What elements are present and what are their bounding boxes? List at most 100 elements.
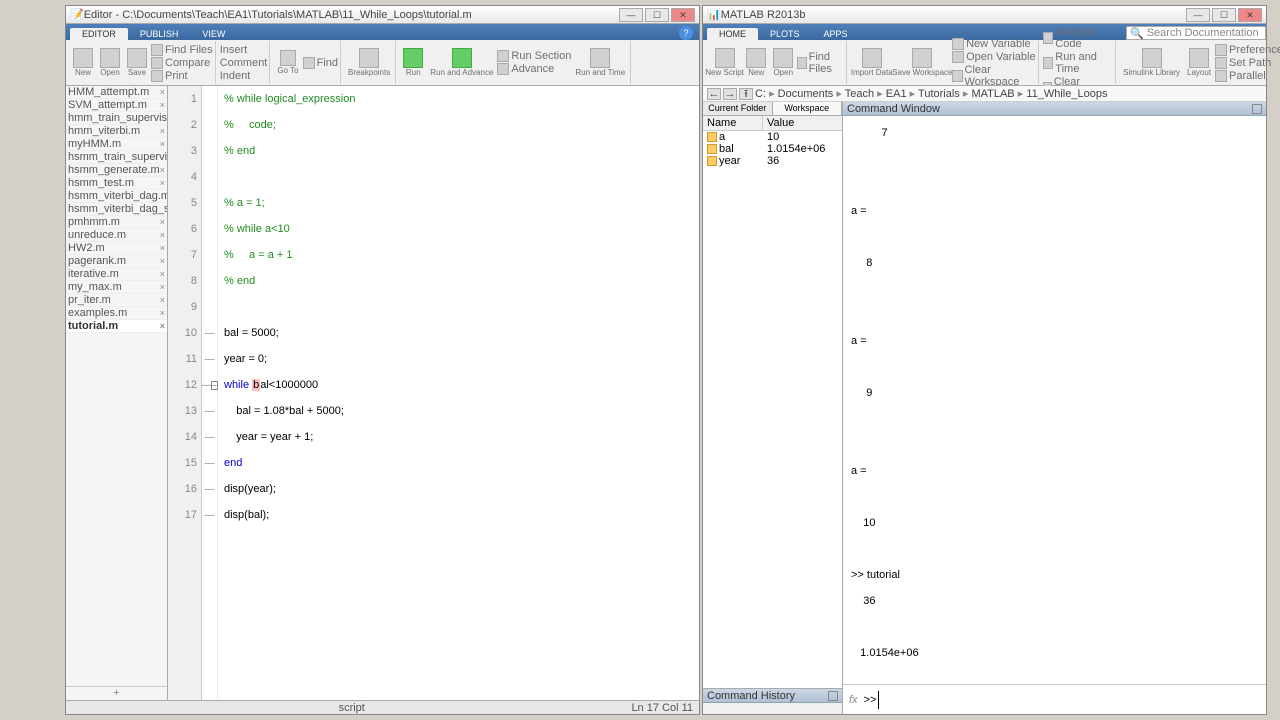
print-button[interactable]: Print [151,70,213,82]
add-file-button[interactable]: + [66,686,167,700]
set-path-button[interactable]: Set Path [1215,57,1280,69]
breadcrumb-item[interactable]: C: [755,88,766,100]
close-file-icon[interactable]: × [160,243,165,253]
nav-fwd-button[interactable]: → [723,88,737,100]
workspace-tab[interactable]: Workspace [773,102,843,115]
advance-button[interactable]: Advance [497,63,571,75]
close-file-icon[interactable]: × [160,165,165,175]
close-button[interactable]: ✕ [1238,8,1262,22]
breadcrumb-item[interactable]: 11_While_Loops [1026,88,1107,100]
open-variable-button[interactable]: Open Variable [952,51,1036,63]
file-tab[interactable]: SVM_attempt.m× [66,99,167,112]
search-docs-input[interactable]: 🔍 Search Documentation [1126,26,1266,40]
tab-apps[interactable]: APPS [812,28,860,40]
file-tab[interactable]: hmm_train_supervised.m× [66,112,167,125]
breadcrumb-item[interactable]: Teach [845,88,874,100]
file-tab[interactable]: my_max.m× [66,281,167,294]
file-tab[interactable]: pmhmm.m× [66,216,167,229]
compare-button[interactable]: Compare [151,57,213,69]
maximize-button[interactable]: ☐ [1212,8,1236,22]
find-files-button[interactable]: Find Files [151,44,213,56]
close-file-icon[interactable]: × [160,282,165,292]
open-button[interactable]: Open [770,41,796,84]
tab-editor[interactable]: EDITOR [70,28,128,40]
tab-home[interactable]: HOME [707,28,758,40]
breadcrumb-item[interactable]: MATLAB [971,88,1014,100]
tab-publish[interactable]: PUBLISH [128,28,191,40]
run-time-button[interactable]: Run and Time [572,41,628,84]
file-tab[interactable]: tutorial.m× [66,320,167,333]
layout-button[interactable]: Layout [1184,41,1214,84]
run-advance-button[interactable]: Run and Advance [427,41,496,84]
current-folder-tab[interactable]: Current Folder [703,102,773,115]
col-value[interactable]: Value [763,116,842,130]
workspace-variable-row[interactable]: year36 [703,155,842,167]
nav-up-button[interactable]: ⭱ [739,88,753,100]
workspace-variable-row[interactable]: bal1.0154e+06 [703,143,842,155]
close-file-icon[interactable]: × [160,269,165,279]
file-tab[interactable]: hsmm_test.m× [66,177,167,190]
file-tab[interactable]: pr_iter.m× [66,294,167,307]
save-workspace-button[interactable]: Save Workspace [894,41,951,84]
close-file-icon[interactable]: × [160,87,165,97]
close-file-icon[interactable]: × [160,308,165,318]
breadcrumb-item[interactable]: Documents [778,88,834,100]
tab-plots[interactable]: PLOTS [758,28,812,40]
file-tab[interactable]: HW2.m× [66,242,167,255]
close-file-icon[interactable]: × [160,217,165,227]
fx-icon[interactable]: fx [849,694,858,706]
code-editor[interactable]: 1234567891011121314151617 ———−————— % wh… [168,86,699,700]
file-tab[interactable]: hsmm_train_supervised...× [66,151,167,164]
close-file-icon[interactable]: × [160,230,165,240]
new-variable-button[interactable]: New Variable [952,38,1036,50]
workspace-variable-row[interactable]: a10 [703,131,842,143]
run-section-button[interactable]: Run Section [497,50,571,62]
indent-button[interactable]: Indent [220,70,268,82]
close-file-icon[interactable]: × [160,126,165,136]
new-script-button[interactable]: New Script [707,41,742,84]
file-tab[interactable]: hsmm_viterbi_dag.m× [66,190,167,203]
file-tab[interactable]: myHMM.m× [66,138,167,151]
close-file-icon[interactable]: × [160,178,165,188]
clear-workspace-button[interactable]: Clear Workspace [952,64,1036,88]
minimize-button[interactable]: — [1186,8,1210,22]
run-button[interactable]: Run [400,41,426,84]
command-input[interactable]: fx >> [843,684,1266,714]
run-and-time-button[interactable]: Run and Time [1043,51,1113,75]
import-data-button[interactable]: Import Data [851,41,893,84]
undock-icon[interactable] [828,691,838,701]
close-file-icon[interactable]: × [160,100,165,110]
breadcrumb-item[interactable]: EA1 [886,88,907,100]
file-tab[interactable]: pagerank.m× [66,255,167,268]
file-tab[interactable]: unreduce.m× [66,229,167,242]
insert-button[interactable]: Insert [220,44,268,56]
close-file-icon[interactable]: × [160,321,165,331]
simulink-button[interactable]: Simulink Library [1120,41,1183,84]
close-file-icon[interactable]: × [160,139,165,149]
file-tab[interactable]: hmm_viterbi.m× [66,125,167,138]
tab-view[interactable]: VIEW [190,28,237,40]
new-button[interactable]: New [743,41,769,84]
analyze-code-button[interactable]: Analyze Code [1043,26,1113,50]
close-file-icon[interactable]: × [160,295,165,305]
parallel-button[interactable]: Parallel [1215,70,1280,82]
new-button[interactable]: New [70,41,96,84]
preferences-button[interactable]: Preferences [1215,44,1280,56]
nav-back-button[interactable]: ← [707,88,721,100]
file-tab[interactable]: hsmm_generate.m× [66,164,167,177]
save-button[interactable]: Save [124,41,150,84]
goto-button[interactable]: Go To [274,41,301,84]
file-tab[interactable]: examples.m× [66,307,167,320]
close-file-icon[interactable]: × [160,256,165,266]
maximize-button[interactable]: ☐ [645,8,669,22]
minimize-button[interactable]: — [619,8,643,22]
col-name[interactable]: Name [703,116,763,130]
find-button[interactable]: Find [303,57,338,69]
help-icon[interactable]: ? [679,26,693,40]
file-tab[interactable]: iterative.m× [66,268,167,281]
file-tab[interactable]: hsmm_viterbi_dag_seq...× [66,203,167,216]
undock-icon[interactable] [1252,104,1262,114]
open-button[interactable]: Open [97,41,123,84]
close-button[interactable]: ✕ [671,8,695,22]
file-tab[interactable]: HMM_attempt.m× [66,86,167,99]
